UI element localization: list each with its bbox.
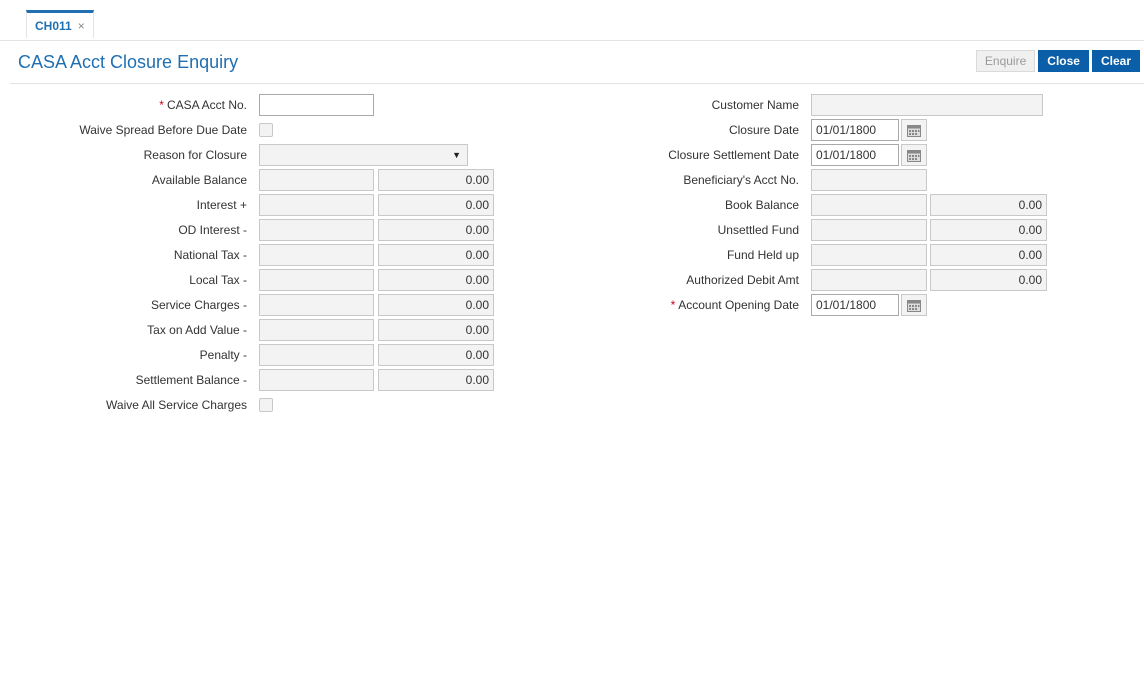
tab-ch011[interactable]: CH011 ×: [26, 10, 94, 38]
national-tax-label: National Tax -: [173, 248, 247, 262]
fund-held-up-amount: 0.00: [930, 244, 1047, 266]
available-balance-amount: 0.00: [378, 169, 494, 191]
waive-spread-checkbox[interactable]: [259, 123, 273, 137]
penalty-label: Penalty -: [199, 348, 247, 362]
beneficiary-acct-no-field: [811, 169, 927, 191]
interest-amount: 0.00: [378, 194, 494, 216]
clear-button[interactable]: Clear: [1091, 50, 1140, 72]
closure-date-input[interactable]: 01/01/1800: [811, 119, 899, 141]
casa-acct-no-input[interactable]: [259, 94, 374, 116]
fund-held-up-label: Fund Held up: [726, 248, 799, 262]
casa-acct-no-label: * CASA Acct No.: [40, 94, 247, 116]
fund-held-up-ccy: [811, 244, 927, 266]
authorized-debit-amt-amount: 0.00: [930, 269, 1047, 291]
available-balance-label: Available Balance: [151, 173, 247, 187]
chevron-down-icon[interactable]: ▼: [452, 145, 461, 165]
header-divider: [10, 83, 1144, 84]
closure-settlement-date-label: Closure Settlement Date: [668, 148, 799, 162]
book-balance-amount: 0.00: [930, 194, 1047, 216]
national-tax-amount: 0.00: [378, 244, 494, 266]
waive-spread-label: Waive Spread Before Due Date: [79, 123, 247, 137]
account-opening-date-label-text: Account Opening Date: [678, 298, 799, 312]
service-charges-ccy: [259, 294, 374, 316]
customer-name-field: [811, 94, 1043, 116]
interest-label: Interest +: [196, 198, 247, 212]
service-charges-amount: 0.00: [378, 294, 494, 316]
service-charges-label: Service Charges -: [150, 298, 247, 312]
unsettled-fund-amount: 0.00: [930, 219, 1047, 241]
authorized-debit-amt-ccy: [811, 269, 927, 291]
settlement-balance-amount: 0.00: [378, 369, 494, 391]
tax-on-add-value-amount: 0.00: [378, 319, 494, 341]
local-tax-label: Local Tax -: [189, 273, 247, 287]
account-opening-date-label: * Account Opening Date: [580, 294, 799, 316]
reason-for-closure-label: Reason for Closure: [143, 148, 247, 162]
tax-on-add-value-label: Tax on Add Value -: [147, 323, 247, 337]
authorized-debit-amt-label: Authorized Debit Amt: [686, 273, 799, 287]
close-icon[interactable]: ×: [78, 19, 85, 33]
tab-label[interactable]: CH011: [35, 19, 72, 33]
interest-ccy: [259, 194, 374, 216]
calendar-icon[interactable]: [901, 144, 927, 166]
waive-all-service-charges-label: Waive All Service Charges: [106, 398, 247, 412]
closure-date-label: Closure Date: [728, 123, 799, 137]
local-tax-ccy: [259, 269, 374, 291]
account-opening-date-input[interactable]: 01/01/1800: [811, 294, 899, 316]
unsettled-fund-ccy: [811, 219, 927, 241]
book-balance-label: Book Balance: [724, 198, 799, 212]
toolbar: Enquire Close Clear: [975, 50, 1140, 72]
penalty-ccy: [259, 344, 374, 366]
required-marker: *: [159, 98, 164, 112]
close-button[interactable]: Close: [1038, 50, 1089, 72]
casa-acct-no-label-text: CASA Acct No.: [166, 98, 247, 112]
od-interest-label: OD Interest -: [178, 223, 247, 237]
waive-all-service-charges-checkbox[interactable]: [259, 398, 273, 412]
book-balance-ccy: [811, 194, 927, 216]
calendar-icon[interactable]: [901, 294, 927, 316]
settlement-balance-ccy: [259, 369, 374, 391]
unsettled-fund-label: Unsettled Fund: [717, 223, 799, 237]
local-tax-amount: 0.00: [378, 269, 494, 291]
calendar-icon[interactable]: [901, 119, 927, 141]
customer-name-label: Customer Name: [711, 98, 799, 112]
closure-settlement-date-input[interactable]: 01/01/1800: [811, 144, 899, 166]
tax-on-add-value-ccy: [259, 319, 374, 341]
national-tax-ccy: [259, 244, 374, 266]
required-marker: *: [670, 298, 676, 312]
enquire-button[interactable]: Enquire: [975, 50, 1036, 72]
od-interest-amount: 0.00: [378, 219, 494, 241]
beneficiary-acct-no-label: Beneficiary's Acct No.: [683, 173, 799, 187]
page-title: CASA Acct Closure Enquiry: [18, 52, 239, 72]
settlement-balance-label: Settlement Balance -: [135, 373, 247, 387]
reason-for-closure-select[interactable]: ▼: [259, 144, 468, 166]
available-balance-ccy: [259, 169, 374, 191]
penalty-amount: 0.00: [378, 344, 494, 366]
od-interest-ccy: [259, 219, 374, 241]
tab-bar: CH011 ×: [0, 0, 1144, 41]
